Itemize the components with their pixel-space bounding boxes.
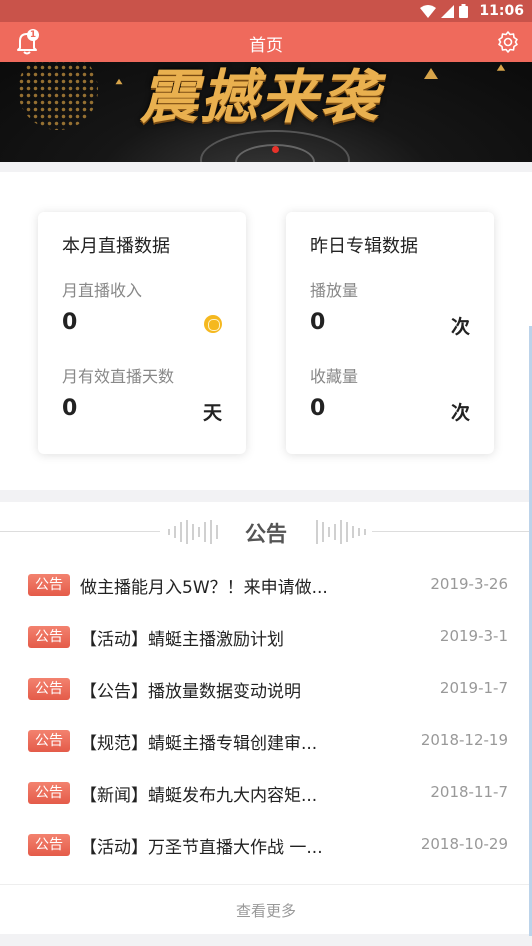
income-value: 0 [62, 310, 78, 335]
card-title: 昨日专辑数据 [310, 236, 418, 257]
banner-red-dot [272, 146, 279, 153]
announcements-panel: 公告 公告 做主播能月入5W？！来申请做... 2019-3-26 公告 【活动… [0, 502, 532, 934]
income-label: 月直播收入 [62, 281, 143, 300]
view-more-link[interactable]: 查看更多 [0, 900, 532, 921]
banner-headline: 震撼来袭 [140, 63, 381, 131]
announcement-tag: 公告 [28, 574, 70, 596]
divider-line [0, 884, 532, 885]
status-bar: 11:06 [0, 0, 532, 22]
banner-dot-pattern [18, 62, 98, 130]
announcement-date: 2019-1-7 [439, 679, 508, 697]
plays-value: 0 [310, 310, 326, 335]
section-divider [0, 162, 532, 170]
announcement-date: 2019-3-1 [439, 627, 508, 645]
days-unit: 天 [202, 402, 222, 424]
announcement-tag: 公告 [28, 678, 70, 700]
announcement-title: 【活动】万圣节直播大作战 一... [80, 838, 323, 858]
banner-triangle [115, 78, 123, 85]
gear-icon[interactable] [496, 30, 520, 54]
days-value: 0 [62, 396, 78, 421]
battery-icon [459, 4, 468, 18]
announcement-item[interactable]: 公告 【公告】播放量数据变动说明 2019-1-7 [0, 664, 532, 716]
live-data-card[interactable]: 本月直播数据 月直播收入 0 月有效直播天数 0 天 [38, 212, 246, 454]
page-title: 首页 [249, 36, 283, 56]
announcement-date: 2018-10-29 [420, 835, 508, 853]
sound-wave-decoration [316, 520, 366, 544]
promo-banner[interactable]: 震撼来袭 [0, 62, 532, 162]
card-title: 本月直播数据 [62, 236, 170, 257]
announcement-date: 2018-12-19 [420, 731, 508, 749]
announcement-date: 2018-11-7 [430, 783, 508, 801]
announcement-date: 2019-3-26 [430, 575, 508, 593]
announcement-title: 【活动】蜻蜓主播激励计划 [80, 630, 284, 650]
announcement-tag: 公告 [28, 834, 70, 856]
wifi-icon [420, 4, 436, 18]
announcement-item[interactable]: 公告 【活动】万圣节直播大作战 一... 2018-10-29 [0, 820, 532, 872]
announcement-title: 【新闻】蜻蜓发布九大内容矩... [80, 786, 318, 806]
status-time: 11:06 [479, 3, 524, 19]
favorites-label: 收藏量 [310, 367, 359, 386]
stats-panel: 本月直播数据 月直播收入 0 月有效直播天数 0 天 昨日专辑数据 播放量 0 … [0, 172, 532, 490]
divider-line [372, 531, 532, 532]
app-header: 1 首页 [0, 22, 532, 62]
announcement-item[interactable]: 公告 【活动】蜻蜓主播激励计划 2019-3-1 [0, 612, 532, 664]
announcement-title: 【公告】播放量数据变动说明 [80, 682, 301, 702]
announcement-tag: 公告 [28, 782, 70, 804]
announcement-title: 做主播能月入5W？！来申请做... [80, 578, 328, 598]
announcement-tag: 公告 [28, 730, 70, 752]
announcement-item[interactable]: 公告 【新闻】蜻蜓发布九大内容矩... 2018-11-7 [0, 768, 532, 820]
announcement-item[interactable]: 公告 做主播能月入5W？！来申请做... 2019-3-26 [0, 560, 532, 612]
days-label: 月有效直播天数 [62, 367, 175, 386]
album-data-card[interactable]: 昨日专辑数据 播放量 0 次 收藏量 0 次 [286, 212, 494, 454]
favorites-unit: 次 [450, 402, 470, 424]
favorites-value: 0 [310, 396, 326, 421]
plays-unit: 次 [450, 316, 470, 338]
announcement-item[interactable]: 公告 【规范】蜻蜓主播专辑创建审... 2018-12-19 [0, 716, 532, 768]
announcement-tag: 公告 [28, 626, 70, 648]
banner-triangle [496, 64, 506, 71]
plays-label: 播放量 [310, 281, 359, 300]
coin-icon [204, 315, 222, 333]
announcement-title: 【规范】蜻蜓主播专辑创建审... [80, 734, 318, 754]
announcements-header: 公告 [0, 502, 532, 560]
signal-icon [441, 4, 454, 18]
status-icons [420, 4, 468, 18]
banner-triangle [424, 68, 438, 79]
announcements-title: 公告 [245, 522, 287, 546]
